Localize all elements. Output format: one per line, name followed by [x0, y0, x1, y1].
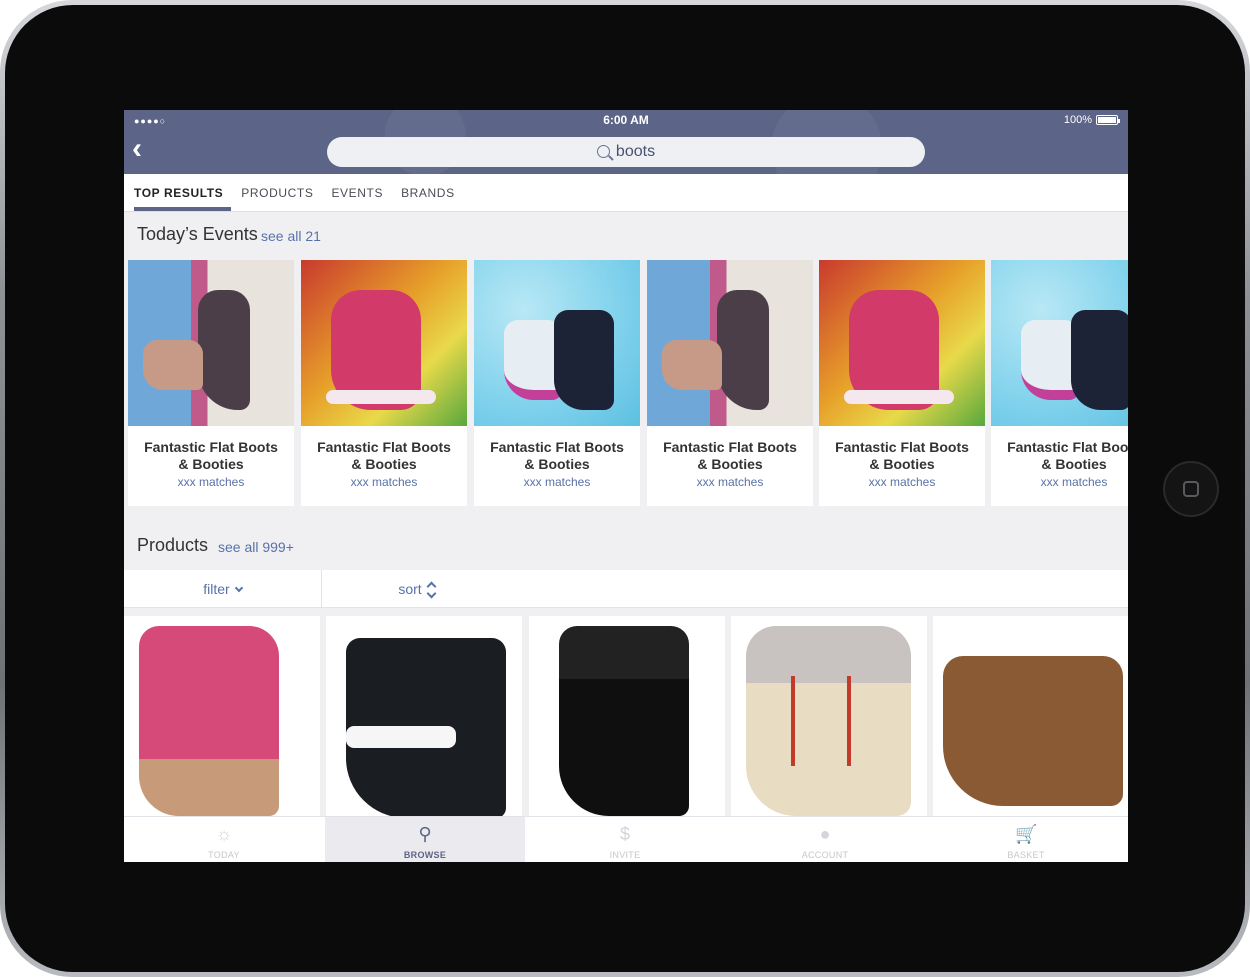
event-card[interactable]: Fantastic Flat Boots & Booties xxx matche…: [819, 260, 985, 506]
search-input[interactable]: boots: [327, 137, 925, 167]
bootie-image: [143, 340, 203, 390]
boot-image: [717, 290, 769, 410]
event-matches: xxx matches: [1040, 475, 1108, 489]
bow-decoration: [346, 726, 456, 748]
boot-sole: [326, 390, 436, 404]
tabbar-label: INVITE: [609, 850, 641, 860]
today-icon: ☼: [215, 824, 233, 844]
events-carousel: Fantastic Flat Boots & Booties xxx matche…: [128, 260, 1128, 508]
event-image: [128, 260, 294, 426]
tabbar-item-account[interactable]: ● ACCOUNT: [725, 817, 925, 862]
event-title: Fantastic Flat Boots & Booties: [317, 439, 451, 472]
tab-top-results[interactable]: TOP RESULTS: [134, 174, 232, 211]
event-matches: xxx matches: [177, 475, 245, 489]
event-title: Fantastic Flat Boots & Booties: [1007, 439, 1128, 472]
event-image: [991, 260, 1128, 426]
product-card[interactable]: [933, 616, 1128, 816]
tabbar-label: BROWSE: [403, 850, 447, 860]
sort-arrows-icon: [426, 582, 436, 598]
event-matches: xxx matches: [350, 475, 418, 489]
event-image: [474, 260, 640, 426]
event-card[interactable]: Fantastic Flat Boots & Booties xxx matche…: [647, 260, 813, 506]
cowboy-boot-image: [139, 626, 279, 816]
tab-events[interactable]: EVENTS: [331, 174, 383, 211]
boot-sole: [844, 390, 954, 404]
results-tabs: TOP RESULTS PRODUCTS EVENTS BRANDS: [124, 174, 1128, 212]
battery-status: 100%: [1063, 114, 1120, 126]
search-icon: [596, 144, 610, 158]
tabbar-label: TODAY: [208, 850, 240, 860]
event-title: Fantastic Flat Boots & Booties: [490, 439, 624, 472]
bottom-tab-bar: ☼ TODAY ⚲ BROWSE $ INVITE ● ACCOUNT 🛒 BA…: [124, 816, 1128, 862]
event-title: Fantastic Flat Boots & Booties: [835, 439, 969, 472]
event-title: Fantastic Flat Boots & Booties: [663, 439, 797, 472]
piggy-bank-icon: $: [619, 824, 630, 844]
bootie-image: [662, 340, 722, 390]
event-title: Fantastic Flat Boots & Booties: [144, 439, 278, 472]
boot-laces: [791, 676, 851, 766]
event-matches: xxx matches: [523, 475, 591, 489]
patent-boot-image: [559, 626, 689, 816]
event-card[interactable]: Fantastic Flat Boots & Booties xxx matche…: [474, 260, 640, 506]
tabbar-item-browse[interactable]: ⚲ BROWSE: [325, 817, 525, 862]
filter-button[interactable]: filter: [124, 570, 322, 608]
back-icon[interactable]: ‹: [132, 134, 156, 164]
tabbar-label: BASKET: [1007, 850, 1045, 860]
tab-products[interactable]: PRODUCTS: [241, 174, 313, 211]
events-section-title: Today’s Events: [137, 224, 258, 244]
tabbar-item-today[interactable]: ☼ TODAY: [124, 817, 324, 862]
event-image: [819, 260, 985, 426]
battery-percent: 100%: [1063, 114, 1092, 126]
see-all-events-link[interactable]: see all 21: [261, 228, 321, 244]
event-card[interactable]: Fantastic Flat Boots & Booties xxx matche…: [991, 260, 1128, 506]
event-matches: xxx matches: [696, 475, 764, 489]
event-card[interactable]: Fantastic Flat Boots & Booties xxx matche…: [301, 260, 467, 506]
product-card[interactable]: [529, 616, 725, 816]
screen: ●●●●○ 6:00 AM 100% ‹ boots TOP RESULTS P…: [124, 110, 1128, 862]
products-section-title: Products: [137, 535, 209, 555]
tabbar-label: ACCOUNT: [801, 850, 849, 860]
event-image: [301, 260, 467, 426]
event-image: [647, 260, 813, 426]
home-button[interactable]: [1163, 461, 1219, 517]
rain-boot-image: [1071, 310, 1128, 410]
tabbar-item-invite[interactable]: $ INVITE: [525, 817, 725, 862]
header: ●●●●○ 6:00 AM 100% ‹ boots: [124, 110, 1128, 174]
chevron-down-icon: [234, 583, 243, 593]
status-time: 6:00 AM: [603, 113, 649, 127]
products-header: Products see all 999+: [124, 522, 1128, 570]
search-query: boots: [615, 143, 656, 160]
basket-icon: 🛒: [1015, 824, 1038, 844]
event-card[interactable]: Fantastic Flat Boots & Booties xxx matche…: [128, 260, 294, 506]
product-card[interactable]: [124, 616, 320, 816]
boot-image: [198, 290, 250, 410]
product-grid: [124, 616, 1128, 816]
leather-boot-image: [943, 656, 1123, 806]
tab-brands[interactable]: BRANDS: [401, 174, 455, 211]
tabbar-item-basket[interactable]: 🛒 BASKET: [926, 817, 1126, 862]
product-card[interactable]: [731, 616, 927, 816]
rain-boot-image: [554, 310, 614, 410]
home-button-icon: [1183, 481, 1199, 497]
sort-button[interactable]: sort: [322, 570, 512, 608]
battery-icon: [1096, 115, 1120, 125]
browse-icon: ⚲: [418, 824, 432, 844]
filter-sort-bar: filter sort: [124, 570, 1128, 608]
account-icon: ●: [819, 824, 831, 844]
event-matches: xxx matches: [868, 475, 936, 489]
see-all-products-link[interactable]: see all 999+: [218, 539, 294, 555]
product-card[interactable]: [326, 616, 522, 816]
